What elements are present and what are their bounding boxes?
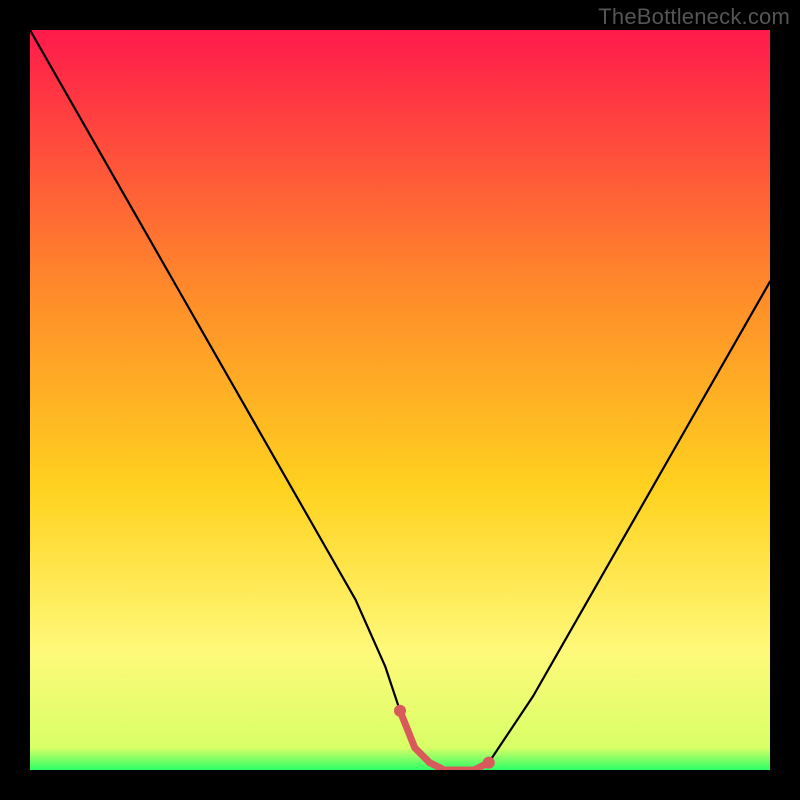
watermark-text: TheBottleneck.com	[598, 4, 790, 30]
highlight-endpoint	[483, 757, 495, 769]
bottleneck-chart	[30, 30, 770, 770]
chart-frame: TheBottleneck.com	[0, 0, 800, 800]
highlight-endpoint	[394, 705, 406, 717]
gradient-background	[30, 30, 770, 770]
